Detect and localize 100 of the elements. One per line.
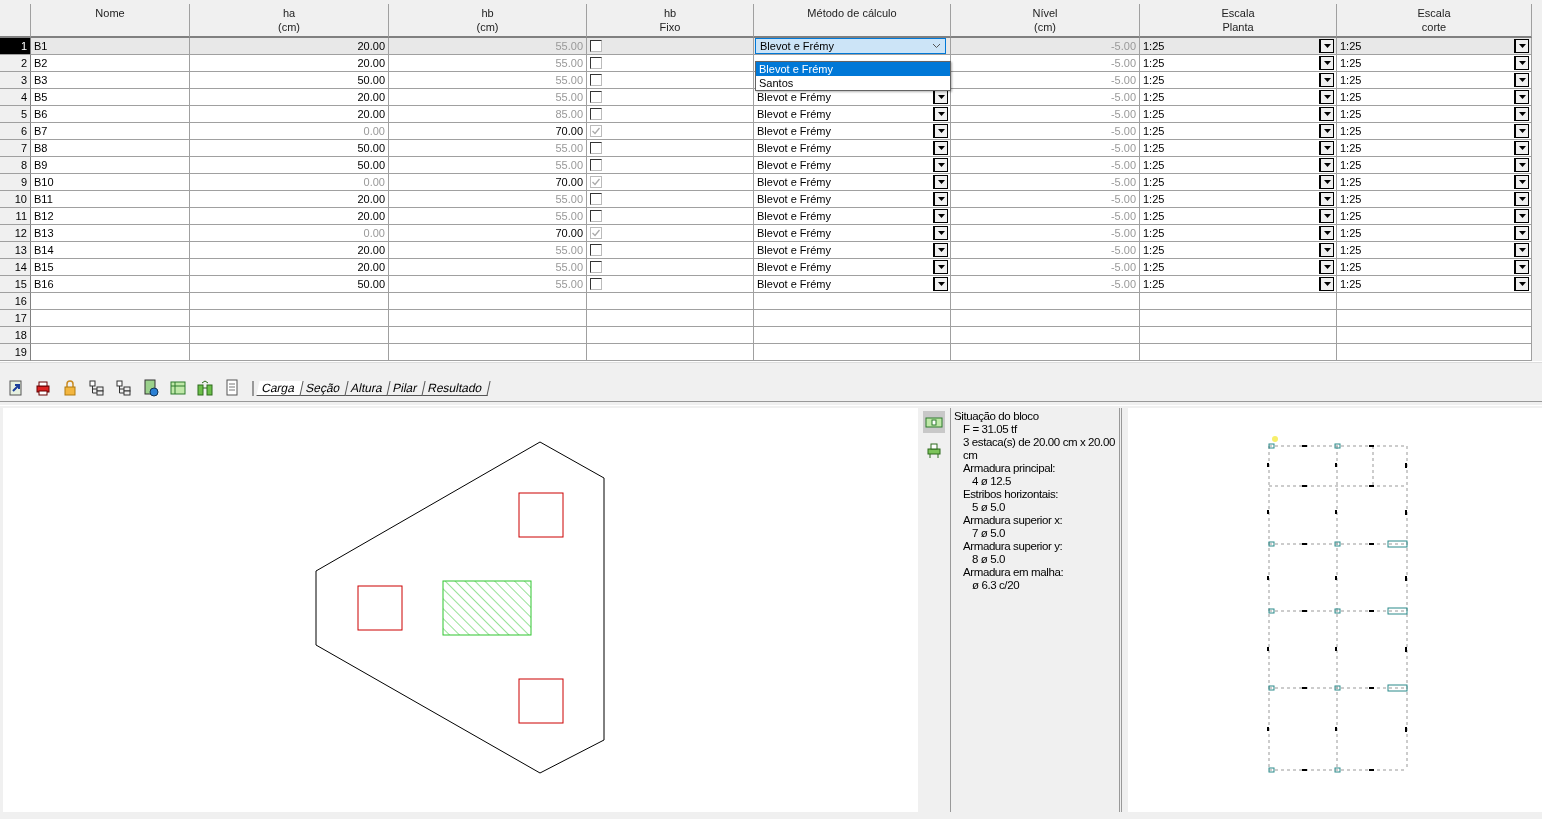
dropdown-button[interactable] — [1514, 124, 1529, 138]
row-number[interactable]: 1 — [0, 38, 31, 55]
dropdown-button[interactable] — [1319, 90, 1334, 104]
checkbox[interactable] — [590, 193, 602, 205]
column-header[interactable]: Nome — [31, 4, 190, 38]
row-number[interactable]: 10 — [0, 191, 31, 208]
dropdown-button[interactable] — [1319, 226, 1334, 240]
row-number[interactable]: 11 — [0, 208, 31, 225]
row-number[interactable]: 6 — [0, 123, 31, 140]
row-number[interactable]: 18 — [0, 327, 31, 344]
tab[interactable]: Pilar — [387, 380, 426, 396]
row-number[interactable]: 14 — [0, 259, 31, 276]
checkbox[interactable] — [590, 210, 602, 222]
checkbox[interactable] — [590, 142, 602, 154]
dropdown-button[interactable] — [933, 107, 948, 121]
caret-icon — [1323, 214, 1331, 218]
method-combo[interactable]: Blevot e Frémy — [755, 38, 946, 54]
column-header[interactable]: hb (cm) — [389, 4, 587, 38]
table-cell: 20.00 — [190, 208, 389, 225]
dropdown-button[interactable] — [1514, 90, 1529, 104]
dropdown-button[interactable] — [1514, 107, 1529, 121]
header-text: Escala — [1220, 6, 1256, 20]
tab[interactable]: Altura — [345, 380, 391, 396]
dropdown-button[interactable] — [1514, 277, 1529, 291]
column-header[interactable]: ha (cm) — [190, 4, 389, 38]
dropdown-button[interactable] — [1319, 107, 1334, 121]
row-number[interactable]: 4 — [0, 89, 31, 106]
dropdown-button[interactable] — [933, 277, 948, 291]
dropdown-button[interactable] — [1319, 175, 1334, 189]
dropdown-button[interactable] — [933, 243, 948, 257]
dropdown-button[interactable] — [1514, 56, 1529, 70]
checkbox[interactable] — [590, 261, 602, 273]
table-cell: 50.00 — [190, 276, 389, 293]
row-number[interactable]: 7 — [0, 140, 31, 157]
checkbox[interactable] — [590, 108, 602, 120]
row-number[interactable]: 2 — [0, 55, 31, 72]
checkbox[interactable] — [590, 40, 602, 52]
dropdown-button[interactable] — [933, 124, 948, 138]
dropdown-button[interactable] — [933, 209, 948, 223]
column-header[interactable]: hb Fixo — [587, 4, 754, 38]
dropdown-button[interactable] — [1319, 277, 1334, 291]
row-number[interactable]: 15 — [0, 276, 31, 293]
dropdown-button[interactable] — [1319, 141, 1334, 155]
dropdown-button[interactable] — [1514, 158, 1529, 172]
dropdown-button[interactable] — [933, 141, 948, 155]
row-number[interactable]: 16 — [0, 293, 31, 310]
dropdown-button[interactable] — [933, 192, 948, 206]
checkbox[interactable] — [590, 125, 602, 137]
tab[interactable]: Carga — [256, 380, 304, 396]
dropdown-button[interactable] — [1514, 260, 1529, 274]
row-number[interactable]: 8 — [0, 157, 31, 174]
column-header[interactable]: Escala Planta — [1140, 4, 1337, 38]
row-number[interactable]: 17 — [0, 310, 31, 327]
dropdown-button[interactable] — [1514, 192, 1529, 206]
dropdown-button[interactable] — [1514, 141, 1529, 155]
caret-icon — [937, 129, 945, 133]
dropdown-button[interactable] — [933, 158, 948, 172]
row-number[interactable]: 9 — [0, 174, 31, 191]
column-header[interactable]: Escala corte — [1337, 4, 1532, 38]
dropdown-button[interactable] — [1319, 158, 1334, 172]
dropdown-button[interactable] — [1319, 192, 1334, 206]
checkbox[interactable] — [590, 74, 602, 86]
checkbox[interactable] — [590, 159, 602, 171]
tab[interactable]: Resultado — [422, 380, 491, 396]
dropdown-button[interactable] — [1514, 73, 1529, 87]
dropdown-button[interactable] — [1319, 73, 1334, 87]
dropdown-button[interactable] — [1514, 243, 1529, 257]
header-text: (cm) — [1033, 20, 1057, 34]
checkbox[interactable] — [590, 227, 602, 239]
row-number[interactable]: 19 — [0, 344, 31, 361]
column-header[interactable]: Método de cálculo — [754, 4, 951, 38]
dropdown-button[interactable] — [1319, 124, 1334, 138]
checkbox[interactable] — [590, 278, 602, 290]
dropdown-button[interactable] — [1319, 39, 1334, 53]
column-header[interactable]: Nível (cm) — [951, 4, 1140, 38]
dropdown-button[interactable] — [1319, 209, 1334, 223]
dropdown-button[interactable] — [1514, 175, 1529, 189]
scrollbar[interactable] — [1532, 4, 1542, 361]
dropdown-button[interactable] — [1514, 226, 1529, 240]
dropdown-button[interactable] — [1319, 56, 1334, 70]
dropdown-option[interactable]: Blevot e Frémy — [756, 62, 950, 76]
row-number[interactable]: 12 — [0, 225, 31, 242]
dropdown-button[interactable] — [1319, 260, 1334, 274]
row-number[interactable]: 3 — [0, 72, 31, 89]
dropdown-button[interactable] — [933, 260, 948, 274]
tab[interactable]: Seção — [300, 380, 349, 396]
dropdown-button[interactable] — [1514, 209, 1529, 223]
cell-text: Blevot e Frémy — [757, 243, 831, 258]
dropdown-button[interactable] — [933, 175, 948, 189]
row-number[interactable]: 5 — [0, 106, 31, 123]
dropdown-option[interactable]: Santos — [756, 76, 950, 90]
table-cell: 55.00 — [389, 38, 587, 55]
dropdown-button[interactable] — [1319, 243, 1334, 257]
checkbox[interactable] — [590, 57, 602, 69]
dropdown-button[interactable] — [933, 226, 948, 240]
checkbox[interactable] — [590, 244, 602, 256]
dropdown-button[interactable] — [1514, 39, 1529, 53]
checkbox[interactable] — [590, 91, 602, 103]
row-number[interactable]: 13 — [0, 242, 31, 259]
checkbox[interactable] — [590, 176, 602, 188]
